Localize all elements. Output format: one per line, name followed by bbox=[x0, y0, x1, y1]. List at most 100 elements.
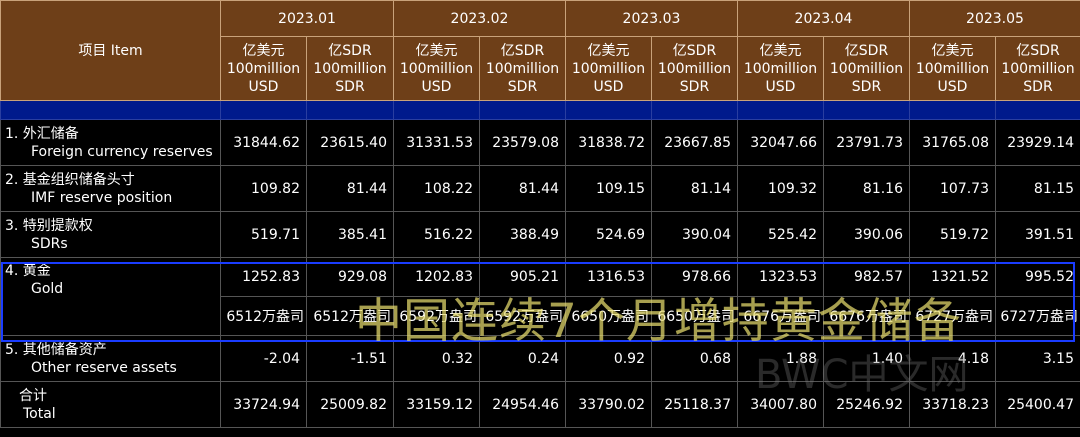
period-header-row: 项目 Item 2023.01 2023.02 2023.03 2023.04 … bbox=[0, 0, 1080, 101]
table-row: 1. 外汇储备 Foreign currency reserves 31844.62… bbox=[0, 119, 1080, 166]
value-cell: 23929.14 bbox=[995, 119, 1080, 166]
value-cell: 525.42 bbox=[737, 211, 824, 258]
row-label-zh: 2. 基金组织储备头寸 bbox=[5, 171, 135, 188]
row-label-en: SDRs bbox=[31, 235, 68, 252]
table-row: 3. 特别提款权 SDRs 519.71 385.41 516.22 388.49 524.… bbox=[0, 211, 1080, 258]
value-cell: -2.04 bbox=[220, 335, 307, 382]
row-label: 1. 外汇储备 Foreign currency reserves bbox=[0, 119, 221, 166]
value-cell: 1316.53 bbox=[565, 257, 652, 297]
unit-usd-header: 亿美元 100million USD bbox=[909, 36, 996, 101]
value-cell: 81.14 bbox=[651, 165, 738, 212]
unit-line: 100million bbox=[1001, 60, 1075, 77]
ounces-cell: 6650万盎司 bbox=[651, 296, 738, 336]
value-cell: 31838.72 bbox=[565, 119, 652, 166]
value-cell: 81.15 bbox=[995, 165, 1080, 212]
value-cell: 81.16 bbox=[823, 165, 910, 212]
period-header: 2023.01 bbox=[220, 0, 394, 37]
value-cell: 23615.40 bbox=[306, 119, 394, 166]
value-cell: 33790.02 bbox=[565, 381, 652, 428]
value-cell: 34007.80 bbox=[737, 381, 824, 428]
ounces-cell: 6592万盎司 bbox=[479, 296, 566, 336]
value-cell: 4.18 bbox=[909, 335, 996, 382]
item-header: 项目 Item bbox=[0, 0, 221, 101]
unit-line: 亿SDR bbox=[844, 42, 889, 59]
row-label: 5. 其他储备资产 Other reserve assets bbox=[0, 335, 221, 382]
table-row: 5. 其他储备资产 Other reserve assets -2.04 -1.51 0… bbox=[0, 335, 1080, 382]
value-cell: 390.06 bbox=[823, 211, 910, 258]
unit-line: 100million bbox=[226, 60, 301, 77]
unit-line: 100million bbox=[313, 60, 387, 77]
value-cell: 516.22 bbox=[393, 211, 480, 258]
row-label: 2. 基金组织储备头寸 IMF reserve position bbox=[0, 165, 221, 212]
value-cell: 1.88 bbox=[737, 335, 824, 382]
period-header: 2023.02 bbox=[393, 0, 566, 37]
separator-band bbox=[0, 100, 1080, 120]
value-cell: 390.04 bbox=[651, 211, 738, 258]
value-cell: 24954.46 bbox=[479, 381, 566, 428]
value-cell: -1.51 bbox=[306, 335, 394, 382]
unit-sdr-header: 亿SDR 100million SDR bbox=[823, 36, 910, 101]
unit-line: 亿SDR bbox=[672, 42, 717, 59]
value-cell: 81.44 bbox=[306, 165, 394, 212]
ounces-cell: 6650万盎司 bbox=[565, 296, 652, 336]
value-cell: 33724.94 bbox=[220, 381, 307, 428]
row-label-zh: 3. 特别提款权 bbox=[5, 217, 93, 234]
unit-sdr-header: 亿SDR 100million SDR bbox=[995, 36, 1080, 101]
row-label-en: Total bbox=[23, 405, 56, 422]
unit-usd-header: 亿美元 100million USD bbox=[737, 36, 824, 101]
table-row: 4. 黄金 Gold 1252.83 929.08 1202.83 905.21 1316.… bbox=[0, 257, 1080, 336]
unit-sdr-header: 亿SDR 100million SDR bbox=[651, 36, 738, 101]
row-label-zh: 1. 外汇储备 bbox=[5, 125, 79, 142]
unit-line: 亿美元 bbox=[587, 42, 630, 59]
value-cell: 391.51 bbox=[995, 211, 1080, 258]
unit-line: 100million bbox=[743, 60, 818, 77]
row-label: 3. 特别提款权 SDRs bbox=[0, 211, 221, 258]
ounces-cell: 6676万盎司 bbox=[737, 296, 824, 336]
unit-line: USD bbox=[937, 78, 968, 95]
unit-line: USD bbox=[248, 78, 279, 95]
table-row: 合计 Total 33724.94 25009.82 33159.12 24954.46 3… bbox=[0, 381, 1080, 428]
unit-line: 100million bbox=[657, 60, 732, 77]
value-cell: 0.92 bbox=[565, 335, 652, 382]
unit-line: SDR bbox=[851, 78, 882, 95]
period-header: 2023.03 bbox=[565, 0, 738, 37]
ounces-cell: 6727万盎司 bbox=[909, 296, 996, 336]
value-cell: 32047.66 bbox=[737, 119, 824, 166]
reserve-table: 项目 Item 2023.01 2023.02 2023.03 2023.04 … bbox=[0, 0, 1080, 428]
value-cell: 23579.08 bbox=[479, 119, 566, 166]
row-label-en: Foreign currency reserves bbox=[31, 143, 213, 160]
value-cell: 107.73 bbox=[909, 165, 996, 212]
value-cell: 3.15 bbox=[995, 335, 1080, 382]
value-cell: 33718.23 bbox=[909, 381, 996, 428]
ounces-cell: 6727万盎司 bbox=[995, 296, 1080, 336]
ounces-cell: 6592万盎司 bbox=[393, 296, 480, 336]
unit-line: SDR bbox=[679, 78, 710, 95]
value-cell: 31844.62 bbox=[220, 119, 307, 166]
unit-line: 亿美元 bbox=[759, 42, 802, 59]
value-cell: 25009.82 bbox=[306, 381, 394, 428]
unit-line: 亿SDR bbox=[500, 42, 545, 59]
value-cell: 33159.12 bbox=[393, 381, 480, 428]
value-cell: 0.68 bbox=[651, 335, 738, 382]
row-label-en: Other reserve assets bbox=[31, 359, 177, 376]
value-cell: 31331.53 bbox=[393, 119, 480, 166]
unit-line: 100million bbox=[915, 60, 990, 77]
unit-line: 100million bbox=[485, 60, 560, 77]
value-cell: 23667.85 bbox=[651, 119, 738, 166]
row-label-zh: 4. 黄金 bbox=[5, 263, 51, 279]
table-row: 2. 基金组织储备头寸 IMF reserve position 109.82 81.… bbox=[0, 165, 1080, 212]
value-cell: 905.21 bbox=[479, 257, 566, 297]
row-label: 4. 黄金 Gold bbox=[0, 257, 221, 336]
value-cell: 25118.37 bbox=[651, 381, 738, 428]
value-cell: 81.44 bbox=[479, 165, 566, 212]
value-cell: 0.24 bbox=[479, 335, 566, 382]
value-cell: 31765.08 bbox=[909, 119, 996, 166]
unit-line: 亿美元 bbox=[242, 42, 285, 59]
row-label-zh: 合计 bbox=[19, 387, 47, 404]
ounces-cell: 6512万盎司 bbox=[306, 296, 394, 336]
unit-line: 亿SDR bbox=[328, 42, 372, 59]
value-cell: 1202.83 bbox=[393, 257, 480, 297]
value-cell: 109.15 bbox=[565, 165, 652, 212]
value-cell: 108.22 bbox=[393, 165, 480, 212]
value-cell: 1321.52 bbox=[909, 257, 996, 297]
